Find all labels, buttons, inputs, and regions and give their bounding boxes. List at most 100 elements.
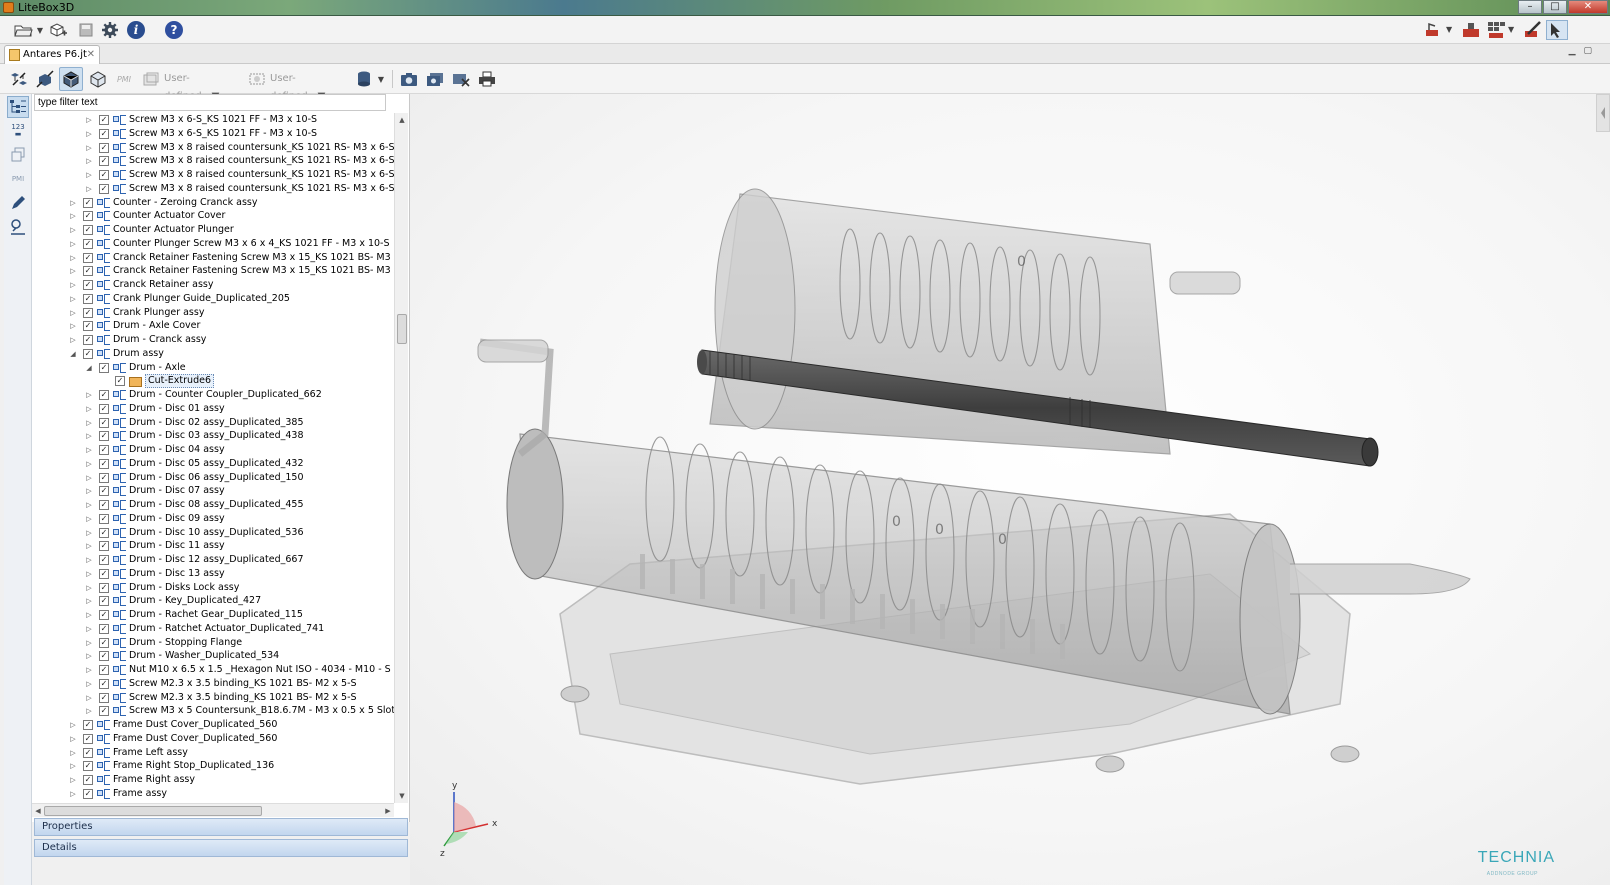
tree-row[interactable]: ▷ ✓ Drum - Washer_Duplicated_534	[32, 649, 394, 663]
tree-row[interactable]: ▷ ✓ Counter Actuator Plunger	[32, 223, 394, 237]
delete-snapshot-icon[interactable]	[449, 67, 473, 91]
close-button[interactable]: ✕	[1568, 0, 1608, 14]
explode-icon[interactable]	[7, 67, 31, 91]
vertical-scroll-thumb[interactable]	[397, 314, 407, 344]
tree-row[interactable]: ▷ ✓ Nut M10 x 6.5 x 1.5 _Hexagon Nut ISO -…	[32, 663, 394, 677]
collapsed-arrow-icon[interactable]: ▷	[84, 127, 94, 141]
collapsed-arrow-icon[interactable]: ▷	[84, 457, 94, 471]
collapsed-arrow-icon[interactable]: ▷	[84, 484, 94, 498]
pen-tool-icon[interactable]	[1522, 20, 1544, 40]
tree-row[interactable]: ▷ ✓ Drum - Disc 01 assy	[32, 402, 394, 416]
visibility-checkbox[interactable]: ✓	[99, 583, 109, 593]
visibility-checkbox[interactable]: ✓	[99, 431, 109, 441]
pmi-panel-icon[interactable]: PMI	[7, 168, 29, 190]
visibility-checkbox[interactable]: ✓	[99, 418, 109, 428]
tree-row[interactable]: ▷ ✓ Crank Plunger assy	[32, 306, 394, 320]
visibility-checkbox[interactable]: ✓	[99, 528, 109, 538]
views-icon[interactable]	[7, 144, 29, 166]
database-dropdown-icon[interactable]: ▼	[374, 67, 388, 91]
visibility-checkbox[interactable]: ✓	[99, 129, 109, 139]
tree-row[interactable]: ▷ ✓ Screw M3 x 8 raised countersunk_KS 102…	[32, 154, 394, 168]
visibility-checkbox[interactable]: ✓	[99, 610, 109, 620]
collapsed-arrow-icon[interactable]: ▷	[84, 704, 94, 718]
visibility-checkbox[interactable]: ✓	[99, 569, 109, 579]
visibility-checkbox[interactable]: ✓	[99, 486, 109, 496]
tree-row[interactable]: ▷ ✓ Drum - Disc 08 assy_Duplicated_455	[32, 498, 394, 512]
visibility-checkbox[interactable]: ✓	[99, 363, 109, 373]
collapsed-arrow-icon[interactable]: ▷	[84, 636, 94, 650]
tree-horizontal-scrollbar[interactable]: ◀ ▶	[32, 803, 394, 817]
visibility-checkbox[interactable]: ✓	[83, 321, 93, 331]
tree-row[interactable]: ▷ ✓ Screw M3 x 8 raised countersunk_KS 102…	[32, 168, 394, 182]
tree-row[interactable]: ▷ ✓ Screw M2.3 x 3.5 binding_KS 1021 BS- M…	[32, 677, 394, 691]
visibility-checkbox[interactable]: ✓	[83, 789, 93, 799]
visibility-checkbox[interactable]: ✓	[83, 225, 93, 235]
tree-row[interactable]: ✓ Cut-Extrude6	[32, 374, 394, 388]
collapsed-arrow-icon[interactable]: ▷	[68, 306, 78, 320]
visibility-checkbox[interactable]: ✓	[99, 679, 109, 689]
minimize-button[interactable]: –	[1518, 0, 1542, 14]
tree-row[interactable]: ▷ ✓ Frame Dust Cover_Duplicated_560	[32, 718, 394, 732]
section-preset-dropdown[interactable]: User-defined▼	[246, 70, 346, 102]
tree-row[interactable]: ◢ ✓ Drum - Axle	[32, 361, 394, 375]
tree-row[interactable]: ▷ ✓ Frame Right assy	[32, 773, 394, 787]
collapsed-arrow-icon[interactable]: ▷	[68, 264, 78, 278]
visibility-checkbox[interactable]: ✓	[83, 253, 93, 263]
visibility-checkbox[interactable]: ✓	[83, 211, 93, 221]
collapsed-arrow-icon[interactable]: ▷	[84, 567, 94, 581]
collapsed-arrow-icon[interactable]: ▷	[84, 677, 94, 691]
select-tool-icon[interactable]	[1546, 20, 1568, 40]
tree-row[interactable]: ▷ ✓ Frame Left assy	[32, 746, 394, 760]
tree-row[interactable]: ▷ ✓ Screw M2.3 x 3.5 binding_KS 1021 BS- M…	[32, 691, 394, 705]
layout-dropdown-icon[interactable]: ▼	[1508, 20, 1518, 40]
visibility-checkbox[interactable]: ✓	[99, 445, 109, 455]
visibility-checkbox[interactable]: ✓	[99, 596, 109, 606]
collapsed-arrow-icon[interactable]: ▷	[84, 622, 94, 636]
collapsed-arrow-icon[interactable]: ▷	[68, 278, 78, 292]
tree-row[interactable]: ▷ ✓ Drum - Disc 05 assy_Duplicated_432	[32, 457, 394, 471]
collapsed-arrow-icon[interactable]: ▷	[84, 498, 94, 512]
collapsed-arrow-icon[interactable]: ▷	[84, 663, 94, 677]
collapsed-arrow-icon[interactable]: ▷	[68, 209, 78, 223]
visibility-checkbox[interactable]: ✓	[99, 404, 109, 414]
visibility-checkbox[interactable]: ✓	[99, 115, 109, 125]
tree-row[interactable]: ▷ ✓ Frame assy	[32, 787, 394, 801]
snapshot-camera-icon[interactable]	[397, 67, 421, 91]
collapsed-arrow-icon[interactable]: ▷	[84, 526, 94, 540]
visibility-checkbox[interactable]: ✓	[99, 156, 109, 166]
tree-row[interactable]: ▷ ✓ Frame Dust Cover_Duplicated_560	[32, 732, 394, 746]
visibility-checkbox[interactable]: ✓	[83, 349, 93, 359]
collapsed-arrow-icon[interactable]: ▷	[68, 773, 78, 787]
scroll-up-arrow-icon[interactable]: ▲	[395, 113, 409, 127]
tree-row[interactable]: ▷ ✓ Crank Plunger Guide_Duplicated_205	[32, 292, 394, 306]
visibility-checkbox[interactable]: ✓	[83, 720, 93, 730]
collapsed-arrow-icon[interactable]: ▷	[84, 141, 94, 155]
tree-row[interactable]: ▷ ✓ Cranck Retainer assy	[32, 278, 394, 292]
tree-row[interactable]: ▷ ✓ Drum - Disc 11 assy	[32, 539, 394, 553]
tree-row[interactable]: ▷ ✓ Drum - Disc 03 assy_Duplicated_438	[32, 429, 394, 443]
visibility-checkbox[interactable]: ✓	[83, 280, 93, 290]
panel-maximize-icon[interactable]: ▢	[1583, 46, 1600, 56]
tree-row[interactable]: ▷ ✓ Cranck Retainer Fastening Screw M3 x 1…	[32, 251, 394, 265]
tree-row[interactable]: ▷ ✓ Drum - Rachet Gear_Duplicated_115	[32, 608, 394, 622]
tree-vertical-scrollbar[interactable]: ▲ ▼	[394, 113, 408, 803]
visibility-checkbox[interactable]: ✓	[99, 500, 109, 510]
tree-row[interactable]: ▷ ✓ Screw M3 x 6-S_KS 1021 FF - M3 x 10-S	[32, 127, 394, 141]
snapshot-gallery-icon[interactable]	[423, 67, 447, 91]
collapsed-arrow-icon[interactable]: ▷	[84, 402, 94, 416]
details-panel-header[interactable]: Details	[34, 839, 408, 857]
visibility-checkbox[interactable]: ✓	[99, 459, 109, 469]
visibility-checkbox[interactable]: ✓	[99, 624, 109, 634]
collapsed-arrow-icon[interactable]: ▷	[68, 319, 78, 333]
grid-layout-icon[interactable]	[1486, 20, 1508, 40]
view-preset-dropdown[interactable]: User-defined▼	[140, 70, 240, 102]
collapsed-arrow-icon[interactable]: ▷	[84, 471, 94, 485]
visibility-checkbox[interactable]: ✓	[83, 266, 93, 276]
visibility-checkbox[interactable]: ✓	[99, 665, 109, 675]
fit-all-icon[interactable]	[33, 67, 57, 91]
tree-row[interactable]: ▷ ✓ Drum - Disc 09 assy	[32, 512, 394, 526]
horizontal-scroll-thumb[interactable]	[44, 806, 262, 816]
collapsed-arrow-icon[interactable]: ▷	[84, 539, 94, 553]
properties-panel-header[interactable]: Properties	[34, 818, 408, 836]
tree-row[interactable]: ▷ ✓ Drum - Disc 07 assy	[32, 484, 394, 498]
